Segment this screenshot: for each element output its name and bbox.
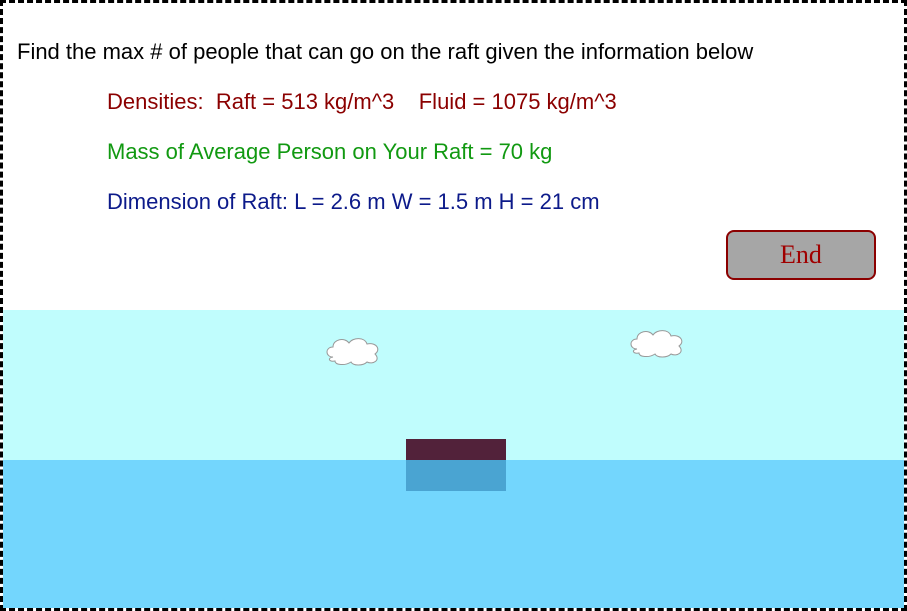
sky <box>3 310 904 460</box>
raft-submerged <box>406 460 506 491</box>
person-mass-info: Mass of Average Person on Your Raft = 70… <box>107 139 553 164</box>
raft-dimensions-info: Dimension of Raft: L = 2.6 m W = 1.5 m H… <box>107 189 600 214</box>
question-prompt: Find the max # of people that can go on … <box>17 39 754 64</box>
end-button[interactable]: End <box>726 230 876 280</box>
cloud-icon <box>630 330 683 358</box>
simulation-frame: Find the max # of people that can go on … <box>0 0 907 611</box>
raft-scene <box>3 310 904 608</box>
raft-above-water <box>406 439 506 460</box>
cloud-icon <box>326 338 379 366</box>
densities-info: Densities: Raft = 513 kg/m^3 Fluid = 107… <box>107 89 617 114</box>
